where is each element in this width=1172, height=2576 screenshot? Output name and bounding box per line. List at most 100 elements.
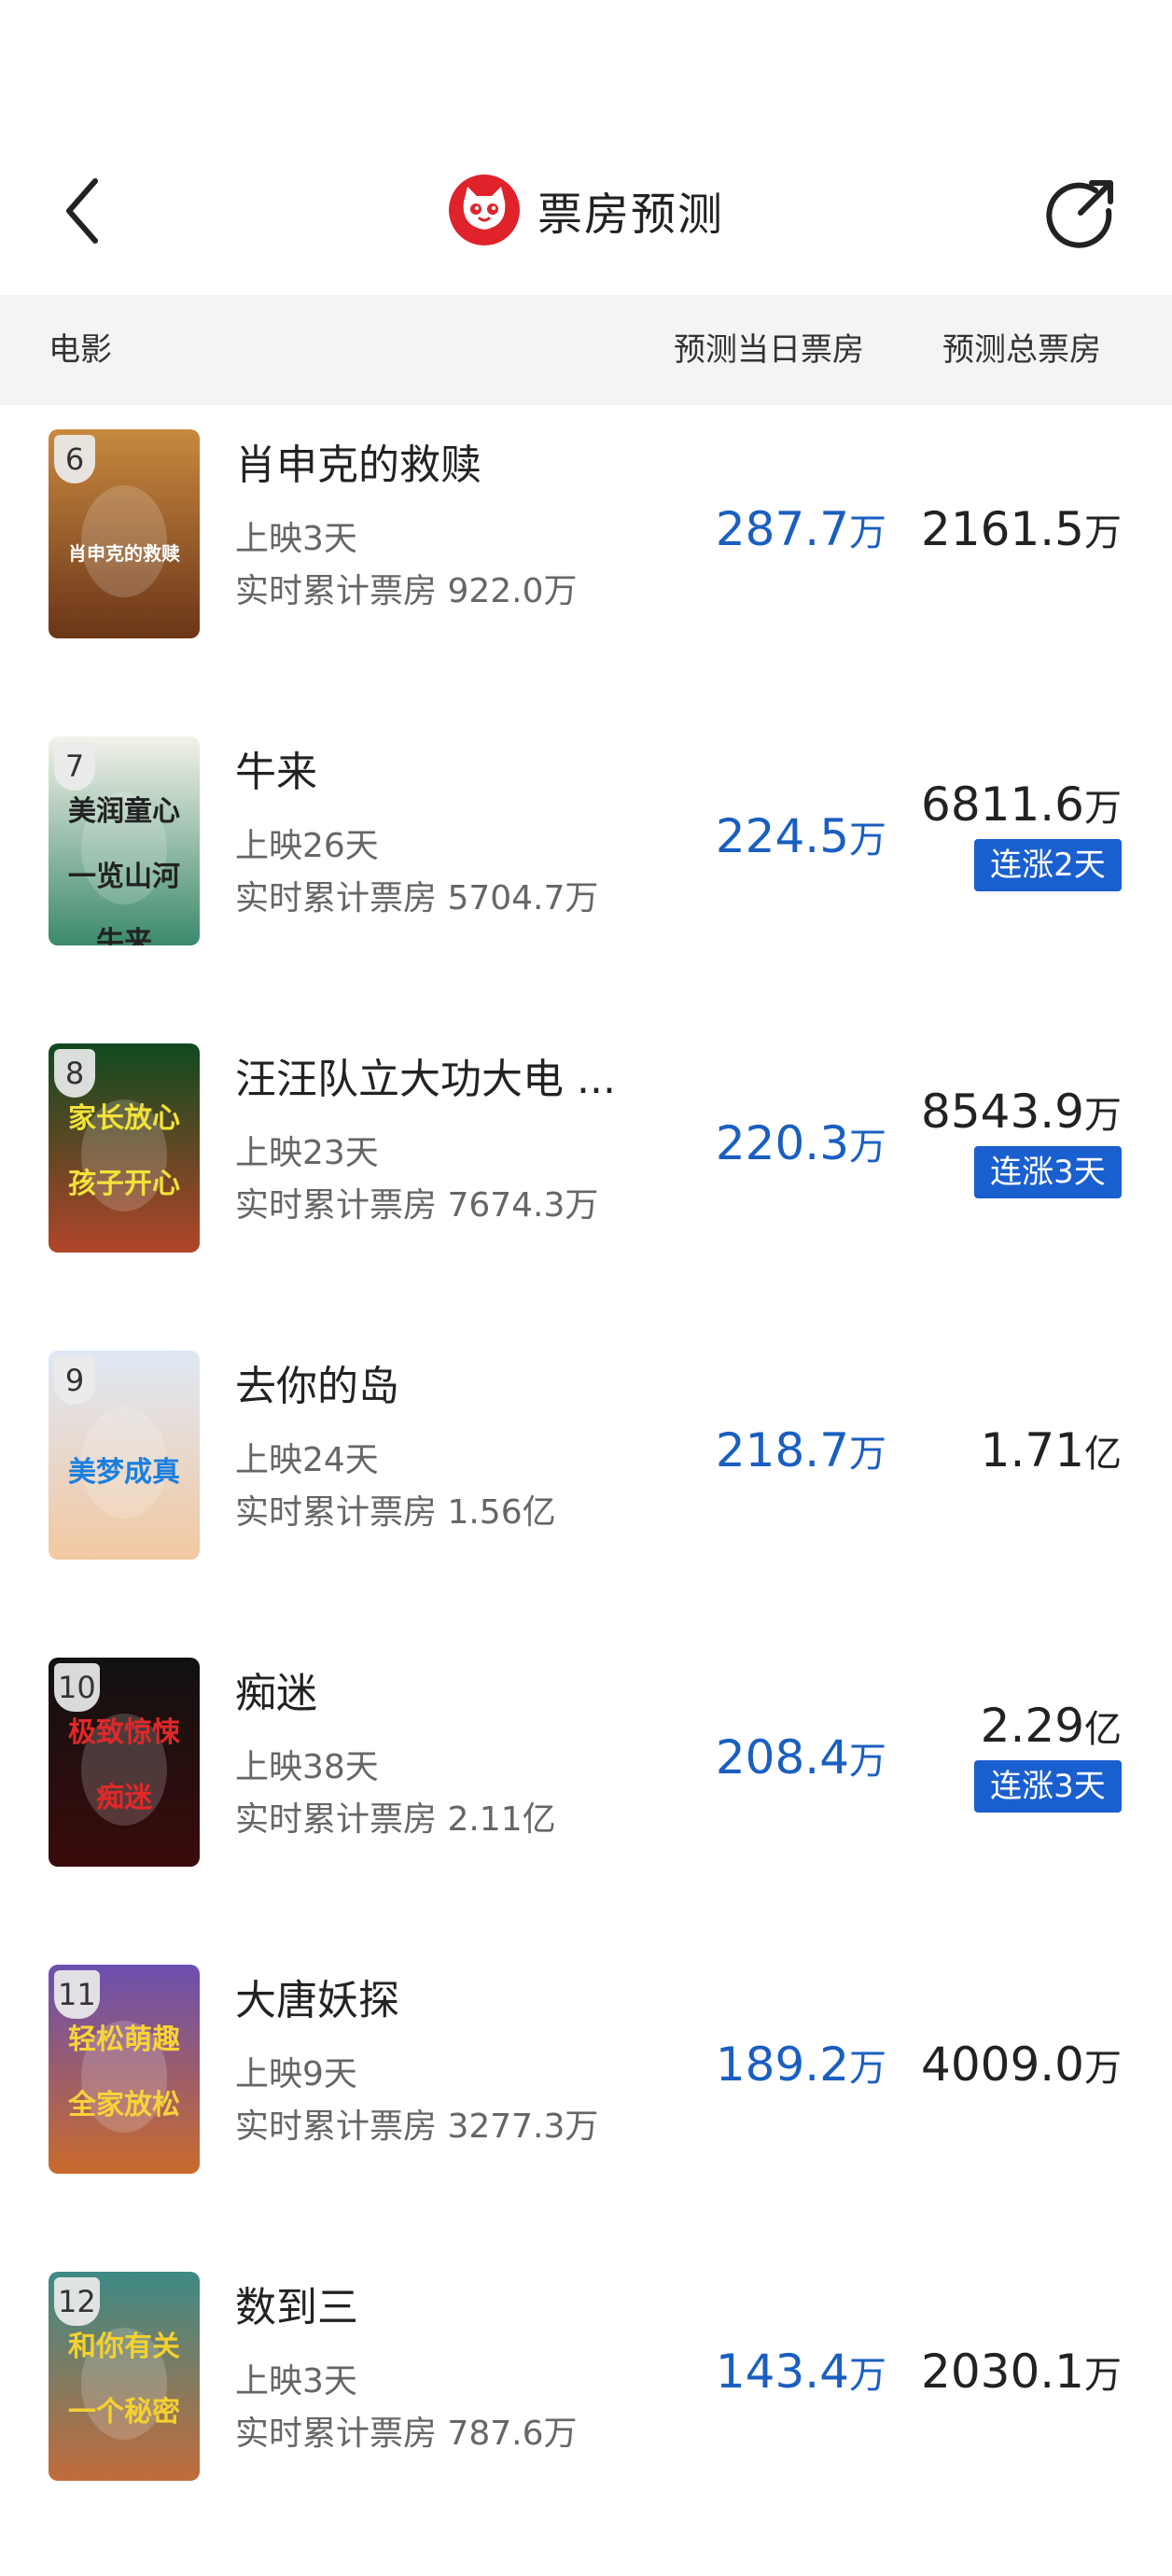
cumulative-box-office: 实时累计票房 2.11亿 [235,1800,556,1839]
movie-row[interactable]: 家长放心 孩子开心 8 汪汪队立大功大电 ... 上映23天 实时累计票房 767… [0,1019,1172,1326]
movie-row[interactable]: 肖申克的救赎 6 肖申克的救赎 上映3天 实时累计票房 922.0万 287.7… [0,405,1172,712]
page-title: 票房预测 [537,189,724,241]
rank-badge: 12 [54,2277,100,2326]
release-days: 上映23天 [235,1134,379,1172]
column-header-total-forecast[interactable]: 预测总票房 [942,323,1101,377]
cumulative-box-office: 实时累计票房 787.6万 [235,2415,578,2453]
total-forecast-number: 6811.6 [921,777,1084,832]
total-forecast-unit: 万 [1084,511,1122,554]
day-forecast-unit: 万 [849,511,886,554]
cumulative-box-office: 实时累计票房 7674.3万 [235,1186,599,1225]
day-forecast-number: 287.7 [715,502,849,556]
movie-row[interactable]: 轻松萌趣 全家放松 11 大唐妖探 上映9天 实时累计票房 3277.3万 189… [0,1940,1172,2247]
rank-badge: 10 [54,1663,100,1712]
cumulative-box-office: 实时累计票房 1.56亿 [235,1493,556,1532]
movie-poster[interactable]: 轻松萌趣 全家放松 11 [49,1965,200,2174]
release-days: 上映3天 [235,2362,357,2401]
movie-title[interactable]: 去你的岛 [235,1352,399,1412]
day-forecast-value: 208.4万 [716,1730,886,1785]
release-days: 上映24天 [235,1441,379,1479]
table-header: 电影 预测当日票房 预测总票房 [0,295,1172,405]
total-forecast-unit: 万 [1084,787,1122,830]
rising-streak-badge: 连涨3天 [974,1146,1122,1198]
day-forecast-value: 189.2万 [716,2037,886,2092]
movie-row[interactable]: 美润童心 一览山河 牛来 7 牛来 上映26天 实时累计票房 5704.7万 224… [0,712,1172,1019]
total-forecast-value: 4009.0万 [921,2037,1122,2092]
total-forecast-unit: 万 [1084,1094,1122,1137]
poster-caption: 痴迷 [96,1782,153,1814]
day-forecast-number: 218.7 [715,1423,849,1477]
day-forecast-number: 143.4 [715,2345,849,2399]
column-header-day-forecast[interactable]: 预测当日票房 [674,323,864,377]
day-forecast-value: 224.5万 [716,809,886,863]
total-forecast-number: 8543.9 [921,1085,1084,1139]
release-days: 上映38天 [235,1748,379,1786]
total-forecast-value: 8543.9万 [921,1085,1122,1139]
day-forecast-value: 287.7万 [716,502,886,556]
total-forecast-value: 6811.6万 [921,777,1122,832]
movie-title[interactable]: 汪汪队立大功大电 ... [235,1045,616,1105]
movie-poster[interactable]: 美梦成真 9 [49,1351,200,1560]
total-forecast-value: 2030.1万 [921,2345,1122,2399]
movie-title[interactable]: 大唐妖探 [235,1967,399,2026]
title-wrap: 票房预测 [0,168,1172,252]
total-forecast-number: 2161.5 [921,502,1084,556]
movie-poster[interactable]: 家长放心 孩子开心 8 [49,1043,200,1253]
day-forecast-value: 143.4万 [716,2345,886,2399]
movie-title[interactable]: 牛来 [235,738,317,798]
top-bar: 票房预测 [0,0,1172,295]
day-forecast-unit: 万 [849,1433,886,1476]
day-forecast-unit: 万 [849,819,886,861]
day-forecast-number: 224.5 [715,809,849,863]
poster-caption: 牛来 [96,926,152,945]
maoyan-cat-logo [448,175,520,245]
day-forecast-value: 220.3万 [716,1116,886,1170]
share-button[interactable] [1045,174,1118,248]
total-forecast-unit: 万 [1084,2354,1122,2397]
rank-badge: 9 [54,1356,95,1405]
movie-row[interactable]: 和你有关一个秘密 12 数到三 上映3天 实时累计票房 787.6万 143.4… [0,2247,1172,2555]
movie-poster[interactable]: 和你有关一个秘密 12 [49,2272,200,2481]
share-icon [1046,180,1113,248]
movie-row[interactable]: 极致惊悚 痴迷 10 痴迷 上映38天 实时累计票房 2.11亿 208.4万 2… [0,1633,1172,1940]
total-forecast-number: 2030.1 [921,2345,1084,2399]
rank-badge: 6 [54,435,95,483]
total-forecast-value: 2.29亿 [981,1699,1122,1753]
day-forecast-unit: 万 [849,2047,886,2090]
total-forecast-number: 1.71 [980,1423,1084,1477]
rising-streak-badge: 连涨2天 [974,839,1122,891]
rank-badge: 11 [54,1970,100,2019]
poster-caption: 家长放心 [68,1102,180,1135]
rank-badge: 7 [54,742,95,791]
poster-caption: 轻松萌趣 [68,2023,180,2056]
total-forecast-unit: 亿 [1084,1708,1122,1751]
poster-caption: 美梦成真 [68,1456,180,1489]
column-header-movie: 电影 [49,331,112,369]
poster-caption: 肖申克的救赎 [68,542,180,565]
movie-poster[interactable]: 肖申克的救赎 6 [49,429,200,638]
poster-text: 肖申克的救赎 [68,542,180,565]
movie-title[interactable]: 肖申克的救赎 [235,431,481,491]
movie-title[interactable]: 数到三 [235,2274,358,2333]
movie-poster[interactable]: 美润童心 一览山河 牛来 7 [49,736,200,945]
movie-row[interactable]: 美梦成真 9 去你的岛 上映24天 实时累计票房 1.56亿 218.7万 1.… [0,1326,1172,1633]
day-forecast-number: 220.3 [715,1116,849,1170]
poster-caption: 一个秘密 [68,2396,180,2429]
cumulative-box-office: 实时累计票房 5704.7万 [235,879,599,917]
total-forecast-number: 4009.0 [921,2037,1084,2092]
cumulative-box-office: 实时累计票房 922.0万 [235,572,578,610]
total-forecast-unit: 万 [1084,2047,1122,2090]
total-forecast-number: 2.29 [980,1699,1084,1753]
day-forecast-unit: 万 [849,1740,886,1783]
poster-caption: 和你有关 [68,2331,180,2363]
total-forecast-value: 2161.5万 [921,502,1122,556]
movie-title[interactable]: 痴迷 [235,1659,317,1719]
movie-poster[interactable]: 极致惊悚 痴迷 10 [49,1658,200,1867]
poster-text: 美梦成真 [68,1456,180,1489]
day-forecast-value: 218.7万 [716,1423,886,1477]
day-forecast-unit: 万 [849,2354,886,2397]
release-days: 上映9天 [235,2055,357,2093]
cumulative-box-office: 实时累计票房 3277.3万 [235,2107,599,2146]
day-forecast-unit: 万 [849,1126,886,1169]
release-days: 上映26天 [235,827,379,865]
